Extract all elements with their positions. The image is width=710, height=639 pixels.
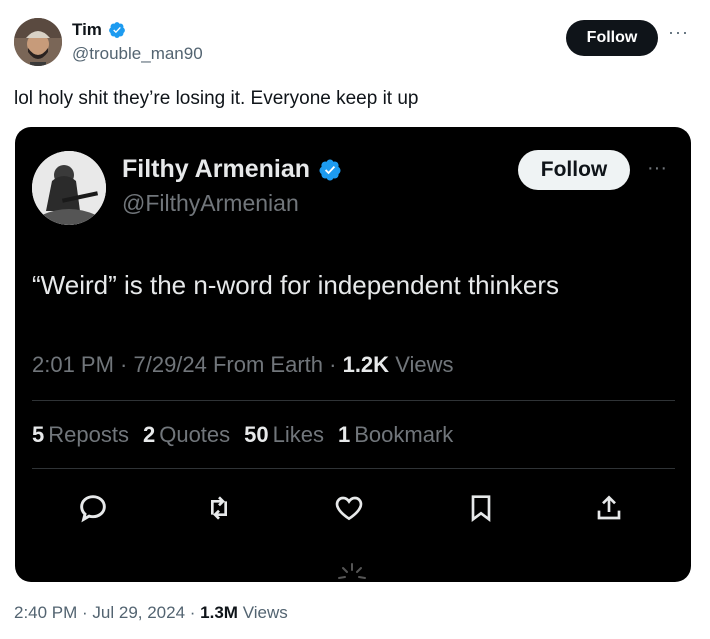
quoted-author-name: Filthy Armenian <box>122 155 310 183</box>
post-footer-meta: 2:40 PM · Jul 29, 2024 · 1.3M Views <box>14 603 288 623</box>
embedded-tweet-image: Filthy Armenian @FilthyArmenian Follow ·… <box>15 127 691 582</box>
repost-icon <box>211 496 227 520</box>
stat-quotes-count: 2 <box>142 422 156 447</box>
stat-quotes: 2 Quotes <box>143 422 230 448</box>
stat-bookmarks-label: Bookmark <box>354 422 454 447</box>
loading-spinner-icon <box>338 563 366 579</box>
quoted-verified-badge-icon <box>319 159 341 180</box>
stat-bookmarks-count: 1 <box>338 422 351 447</box>
quoted-timestamp: 2:01 PM · 7/29/24 From Earth · <box>32 352 343 377</box>
divider <box>32 400 675 401</box>
quoted-tweet-text: “Weird” is the n-word for independent th… <box>32 270 559 300</box>
stat-reposts-count: 5 <box>32 422 45 447</box>
author-name-row: Tim <box>72 20 126 40</box>
divider <box>32 468 675 469</box>
quoted-views-count: 1.2K <box>342 352 390 377</box>
post-text: lol holy shit they’re losing it. Everyon… <box>14 88 419 109</box>
quoted-tweet-meta: 2:01 PM · 7/29/24 From Earth · 1.2K View… <box>32 352 453 378</box>
like-heart-icon <box>335 496 363 521</box>
post-views-count: 1.3M <box>200 603 238 622</box>
reply-icon <box>80 495 106 523</box>
verified-badge-icon <box>109 22 125 38</box>
follow-button[interactable]: Follow <box>566 20 658 56</box>
author-avatar-image <box>14 18 62 66</box>
stat-reposts: 5 Reposts <box>32 422 129 448</box>
stat-likes: 50 Likes <box>244 422 324 448</box>
stat-likes-count: 50 <box>244 422 269 447</box>
quoted-views-label: Views <box>395 352 454 377</box>
bookmark-icon <box>471 495 491 522</box>
quoted-stats-row: 5 Reposts 2 Quotes 50 Likes 1 Bookmark <box>32 422 453 448</box>
more-options-icon[interactable]: ··· <box>668 22 689 43</box>
share-icon <box>597 495 621 520</box>
stat-bookmarks: 1 Bookmark <box>338 422 453 448</box>
author-avatar[interactable] <box>14 18 62 66</box>
author-name[interactable]: Tim <box>72 20 102 40</box>
quoted-more-icon: ··· <box>647 157 667 179</box>
post-views-label: Views <box>242 603 288 622</box>
quoted-author-avatar <box>32 151 106 225</box>
quoted-action-bar <box>15 492 691 532</box>
quoted-name-row: Filthy Armenian <box>122 155 342 184</box>
quoted-avatar-image <box>32 151 106 225</box>
quoted-follow-button: Follow <box>518 150 630 190</box>
post-timestamp[interactable]: 2:40 PM · Jul 29, 2024 · <box>14 603 200 622</box>
stat-likes-label: Likes <box>272 422 324 447</box>
stat-reposts-label: Reposts <box>48 422 129 447</box>
quoted-author-handle: @FilthyArmenian <box>122 190 299 216</box>
stat-quotes-label: Quotes <box>159 422 231 447</box>
author-handle[interactable]: @trouble_man90 <box>72 44 203 64</box>
